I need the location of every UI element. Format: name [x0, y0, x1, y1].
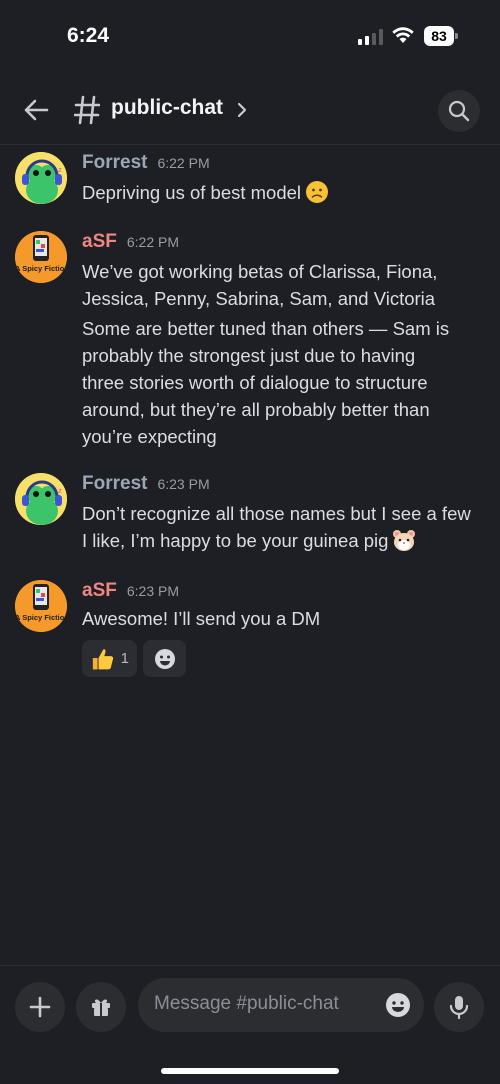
message-header: Forrest 6:22 PM: [82, 152, 210, 176]
gift-button[interactable]: [76, 982, 126, 1032]
microphone-icon: [449, 996, 469, 1020]
message-content: We’ve got working betas of Clarissa, Fio…: [82, 258, 487, 312]
home-indicator[interactable]: [161, 1068, 339, 1074]
wifi-icon: [392, 27, 414, 43]
message-line: around, but they’re all probably better …: [82, 399, 430, 420]
timestamp: 6:23 PM: [157, 476, 210, 492]
status-bar: 6:24 83: [0, 0, 500, 70]
author-name[interactable]: Forrest: [82, 473, 147, 495]
message-line: probably the strongest just due to havin…: [82, 345, 416, 366]
svg-text:z: z: [58, 487, 62, 495]
arrow-left-icon[interactable]: [22, 96, 50, 124]
avatar[interactable]: A Spicy Fiction: [15, 231, 67, 283]
channel-title[interactable]: public-chat: [111, 96, 223, 120]
timestamp: 6:23 PM: [126, 583, 179, 599]
message-input[interactable]: Message #public-chat: [138, 978, 424, 1032]
svg-text:z: z: [58, 166, 62, 174]
plus-icon: [29, 996, 51, 1018]
hash-icon: [74, 95, 100, 125]
reaction-thumbs-up[interactable]: 1: [82, 640, 137, 677]
status-time: 6:24: [67, 24, 110, 47]
add-reaction-button[interactable]: [143, 640, 186, 677]
avatar-logo-icon: [15, 231, 67, 283]
gift-icon: [92, 999, 110, 1016]
reactions-bar: 1: [82, 640, 186, 677]
battery-level: 83: [424, 26, 454, 46]
message-line: We’ve got working betas of Clarissa, Fio…: [82, 261, 438, 282]
cellular-signal-icon: [358, 29, 383, 45]
message-line: Depriving us of best model: [82, 179, 487, 206]
search-icon: [448, 100, 470, 122]
reaction-count: 1: [120, 650, 129, 667]
message-header: Forrest 6:23 PM: [82, 473, 210, 497]
frowning-face-icon: [306, 181, 329, 203]
emoji-icon[interactable]: [384, 991, 412, 1019]
add-attachment-button[interactable]: [15, 982, 65, 1032]
message-header: aSF 6:23 PM: [82, 580, 179, 604]
avatar-text: A Spicy Fiction: [15, 613, 67, 622]
avatar-frog-icon: z: [15, 473, 67, 525]
timestamp: 6:22 PM: [157, 155, 210, 171]
battery-indicator: 83: [424, 26, 458, 46]
search-button[interactable]: [438, 90, 480, 132]
message-content: Awesome! I’ll send you a DM: [82, 605, 487, 632]
message-text: Depriving us of best model: [82, 182, 302, 203]
message-line: Awesome! I’ll send you a DM: [82, 608, 321, 629]
avatar[interactable]: A Spicy Fiction: [15, 580, 67, 632]
hamster-face-icon: [393, 530, 416, 551]
message-line: three stories worth of dialogue to struc…: [82, 372, 428, 393]
author-name[interactable]: aSF: [82, 231, 117, 253]
add-reaction-icon: [154, 648, 175, 669]
chevron-right-icon[interactable]: [236, 101, 248, 119]
thumbs-up-icon: [92, 648, 114, 669]
voice-message-button[interactable]: [434, 982, 484, 1032]
author-name[interactable]: aSF: [82, 580, 117, 602]
message-content: Depriving us of best model: [82, 179, 487, 206]
timestamp: 6:22 PM: [126, 234, 179, 250]
avatar-text: A Spicy Fiction: [15, 264, 67, 273]
message-line: I like, I’m happy to be your guinea pig: [82, 527, 487, 554]
message-text: I like, I’m happy to be your guinea pig: [82, 530, 389, 551]
message-line: you’re expecting: [82, 426, 217, 447]
message-line: Jessica, Penny, Sabrina, Sam, and Victor…: [82, 288, 436, 309]
message-content: Some are better tuned than others — Sam …: [82, 315, 487, 450]
message-header: aSF 6:22 PM: [82, 231, 179, 255]
avatar-logo-icon: [15, 580, 67, 632]
message-line: Don’t recognize all those names but I se…: [82, 503, 471, 524]
avatar-frog-icon: z: [15, 152, 67, 204]
message-content: Don’t recognize all those names but I se…: [82, 500, 487, 554]
author-name[interactable]: Forrest: [82, 152, 147, 174]
avatar[interactable]: z: [15, 152, 67, 204]
message-placeholder: Message #public-chat: [154, 993, 339, 1014]
battery-tip: [455, 33, 458, 39]
message-line: Some are better tuned than others — Sam …: [82, 318, 450, 339]
avatar[interactable]: z: [15, 473, 67, 525]
message-composer: Message #public-chat: [0, 965, 500, 1045]
channel-header: public-chat: [0, 80, 500, 145]
